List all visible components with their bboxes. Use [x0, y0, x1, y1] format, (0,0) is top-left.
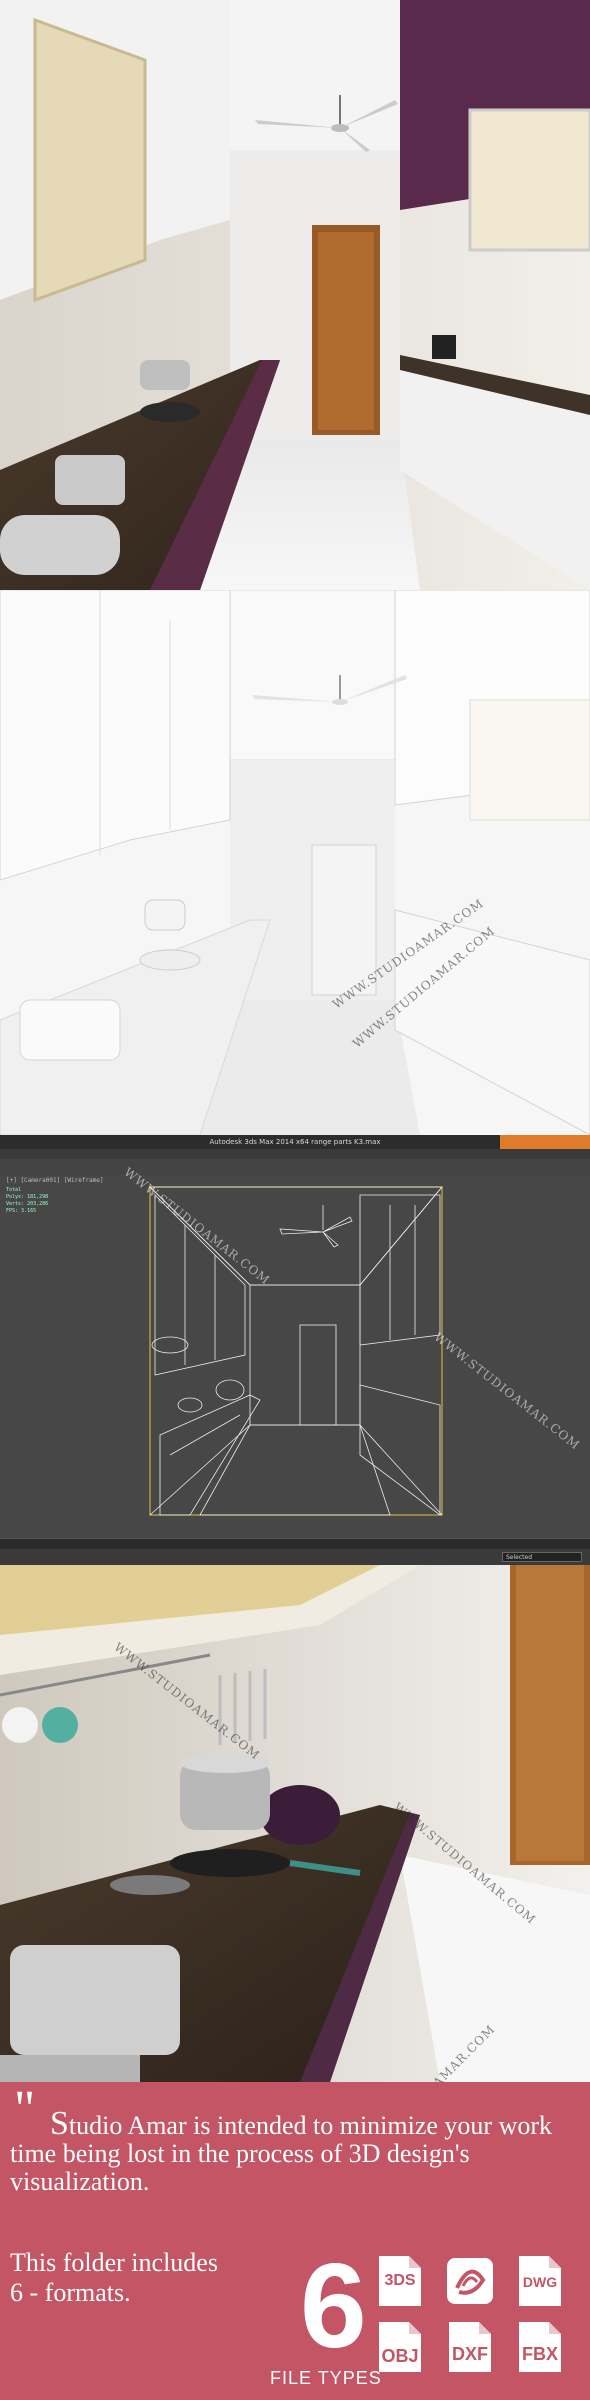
clay-render-panel	[0, 590, 590, 1135]
format-count: 6	[300, 2239, 367, 2373]
file-fbx-label: FBX	[522, 2344, 558, 2364]
stats-line: Verts: 203,286	[6, 1201, 49, 1207]
file-obj-icon: OBJ	[375, 2318, 425, 2376]
promo-description: Studio Amar is intended to minimize your…	[10, 2107, 585, 2196]
max-toolbar[interactable]	[0, 1159, 590, 1175]
closeup-render-panel	[0, 1565, 590, 2082]
viewport-stats: Total Polys: 181,298 Verts: 203,286 FPS:…	[6, 1187, 48, 1215]
promo-text-rest: tudio Amar is intended to minimize your …	[10, 2111, 553, 2196]
closeup-render-image	[0, 1565, 590, 2082]
promo-panel: " Studio Amar is intended to minimize yo…	[0, 2082, 590, 2400]
promo-lead-letter: S	[50, 2105, 69, 2142]
file-3ds-label: 3DS	[384, 2272, 416, 2289]
wireframe-viewport	[149, 1186, 443, 1516]
max-menu-bar[interactable]	[0, 1149, 590, 1159]
max-timeline[interactable]	[0, 1538, 590, 1549]
kitchen-render-panel	[0, 0, 590, 590]
folder-line: 6 - formats.	[10, 2278, 131, 2307]
max-screenshot-panel: Autodesk 3ds Max 2014 x64 range parts K3…	[0, 1135, 590, 1565]
viewport-label[interactable]: [+] [Camera001] [Wireframe]	[6, 1177, 104, 1184]
file-dwg-label: DWG	[522, 2274, 558, 2290]
kitchen-render-image	[0, 0, 590, 590]
max-logo-icon	[445, 2252, 495, 2310]
max-window-title-text: Autodesk 3ds Max 2014 x64 range parts K3…	[209, 1138, 381, 1146]
folder-line: This folder includes	[10, 2248, 218, 2277]
file-3ds-icon: 3DS	[375, 2252, 425, 2310]
stats-line: Polys: 181,298	[6, 1194, 49, 1200]
max-title-accent	[500, 1135, 590, 1149]
file-dxf-label: DXF	[452, 2344, 488, 2364]
max-status-bar: Selected	[0, 1549, 590, 1565]
stats-line: FPS: 3.165	[6, 1208, 37, 1214]
stats-line: Total	[6, 1187, 22, 1193]
file-types-label: FILE TYPES	[270, 2368, 382, 2388]
file-obj-label: OBJ	[381, 2346, 419, 2366]
clay-render-image	[0, 590, 590, 1135]
max-window-title: Autodesk 3ds Max 2014 x64 range parts K3…	[0, 1135, 590, 1149]
file-fbx-icon: FBX	[515, 2318, 565, 2376]
folder-note: This folder includes 6 - formats.	[10, 2248, 290, 2308]
file-dwg-icon: DWG	[515, 2252, 565, 2310]
file-dxf-icon: DXF	[445, 2318, 495, 2376]
status-field[interactable]: Selected	[502, 1552, 582, 1562]
